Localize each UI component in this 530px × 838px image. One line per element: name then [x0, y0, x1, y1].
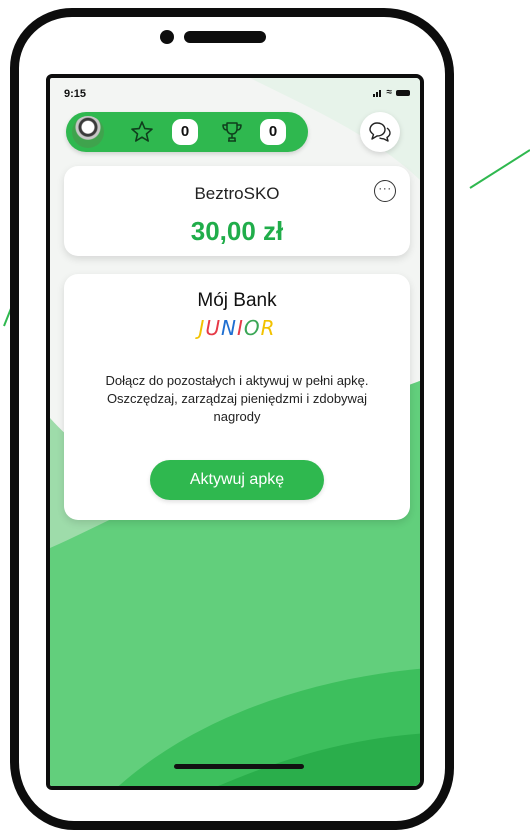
- promo-card: Mój Bank JUNIOR Dołącz do pozostałych i …: [64, 274, 410, 520]
- chat-button[interactable]: [360, 112, 400, 152]
- chat-bubbles-icon: [369, 122, 391, 142]
- trophy-icon: [222, 122, 242, 142]
- star-icon: [131, 121, 153, 142]
- stars-count: 0: [172, 119, 198, 145]
- junior-logo: JUNIOR: [64, 316, 410, 340]
- battery-icon: [396, 90, 410, 96]
- junior-logo-letter: N: [221, 316, 237, 340]
- status-time: 9:15: [64, 88, 87, 100]
- home-indicator[interactable]: [174, 764, 304, 769]
- promo-title: Mój Bank: [197, 290, 277, 311]
- avatar[interactable]: [72, 116, 104, 148]
- activate-app-button[interactable]: Aktywuj apkę: [150, 460, 324, 500]
- account-balance: 30,00 zł: [190, 216, 284, 246]
- phone-screen: 9:15 ≈ 0 0 BeztroSKO ··· 30,00 zł Mój Ba…: [46, 74, 424, 790]
- trophies-count: 0: [260, 119, 286, 145]
- junior-logo-letter: U: [205, 316, 221, 340]
- status-bar: 9:15 ≈: [64, 84, 410, 104]
- junior-logo-letter: R: [260, 316, 276, 340]
- status-icons: ≈: [372, 87, 410, 98]
- more-options-icon[interactable]: ···: [374, 180, 396, 202]
- rewards-bar[interactable]: 0 0: [66, 112, 308, 152]
- account-card[interactable]: BeztroSKO ··· 30,00 zł: [64, 166, 410, 256]
- signal-icon: [372, 89, 383, 97]
- junior-logo-letter: O: [243, 316, 261, 340]
- speaker-grille: [184, 31, 266, 43]
- wifi-icon: ≈: [386, 87, 393, 98]
- camera-dot: [160, 30, 174, 44]
- promo-description: Dołącz do pozostałych i aktywuj w pełni …: [105, 373, 369, 424]
- account-name: BeztroSKO: [194, 184, 280, 203]
- junior-logo-letter: I: [236, 316, 244, 340]
